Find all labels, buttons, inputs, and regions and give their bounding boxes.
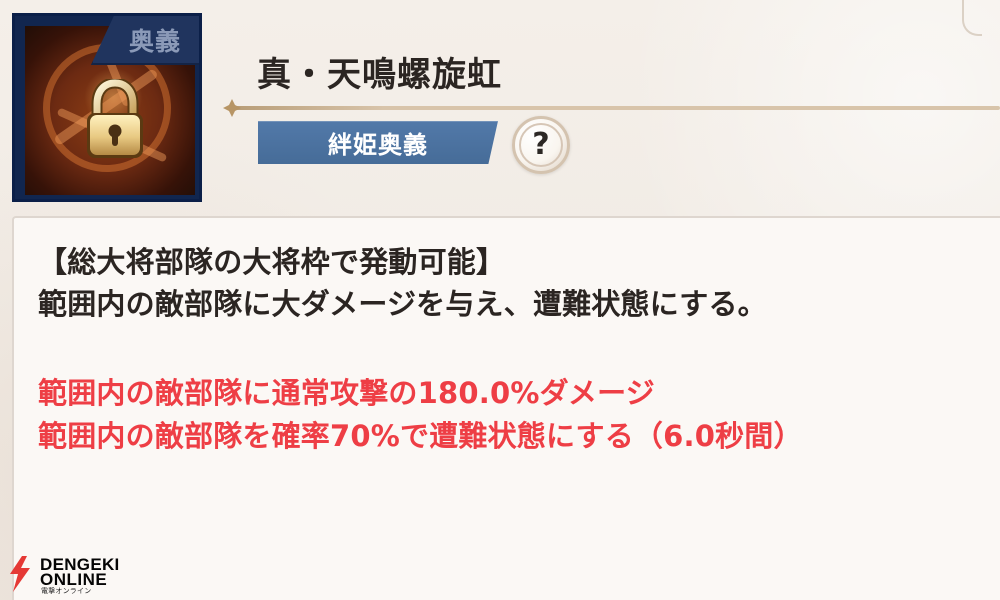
question-mark-icon: ? xyxy=(519,123,563,167)
help-button[interactable]: ? xyxy=(512,116,570,174)
skill-type-badge: 絆姫奥義 xyxy=(258,121,498,164)
effect-text-1: 範囲内の敵部隊に通常攻撃の180.0%ダメージ xyxy=(38,376,655,410)
skill-icon-frame: 奥義 xyxy=(12,13,202,202)
condition-text: 【総大将部隊の大将枠で発動可能】 xyxy=(38,245,506,279)
summary-text: 範囲内の敵部隊に大ダメージを与え、遭難状態にする。 xyxy=(38,287,767,321)
watermark-line-3: 電撃オンライン xyxy=(41,587,92,595)
title-divider xyxy=(230,106,1000,110)
skill-title: 真・天鳴螺旋虹 xyxy=(257,55,502,95)
description-panel: 【総大将部隊の大将枠で発動可能】 範囲内の敵部隊に大ダメージを与え、遭難状態にす… xyxy=(12,216,1000,600)
diamond-ornament-icon xyxy=(223,99,241,117)
lightning-icon xyxy=(10,556,30,592)
lock-icon xyxy=(87,79,143,158)
watermark-line-2: ONLINE xyxy=(40,570,108,589)
dengeki-online-logo: DENGEKI ONLINE 電撃オンライン xyxy=(6,556,122,596)
lock-badge: 奥義 xyxy=(91,16,199,65)
effect-text-2: 範囲内の敵部隊を確率70%で遭難状態にする（6.0秒間） xyxy=(38,419,803,453)
